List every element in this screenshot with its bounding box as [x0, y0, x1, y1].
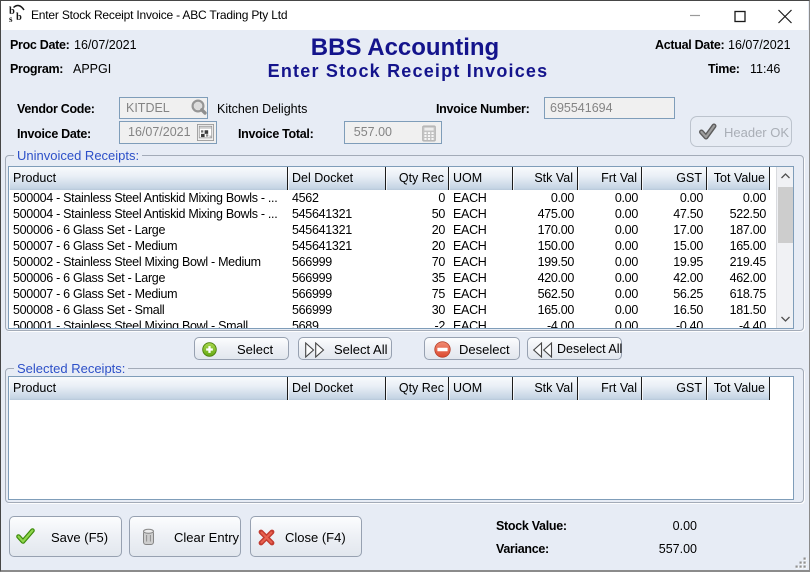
svg-text:b: b [16, 12, 22, 23]
svg-text:s: s [9, 14, 13, 24]
